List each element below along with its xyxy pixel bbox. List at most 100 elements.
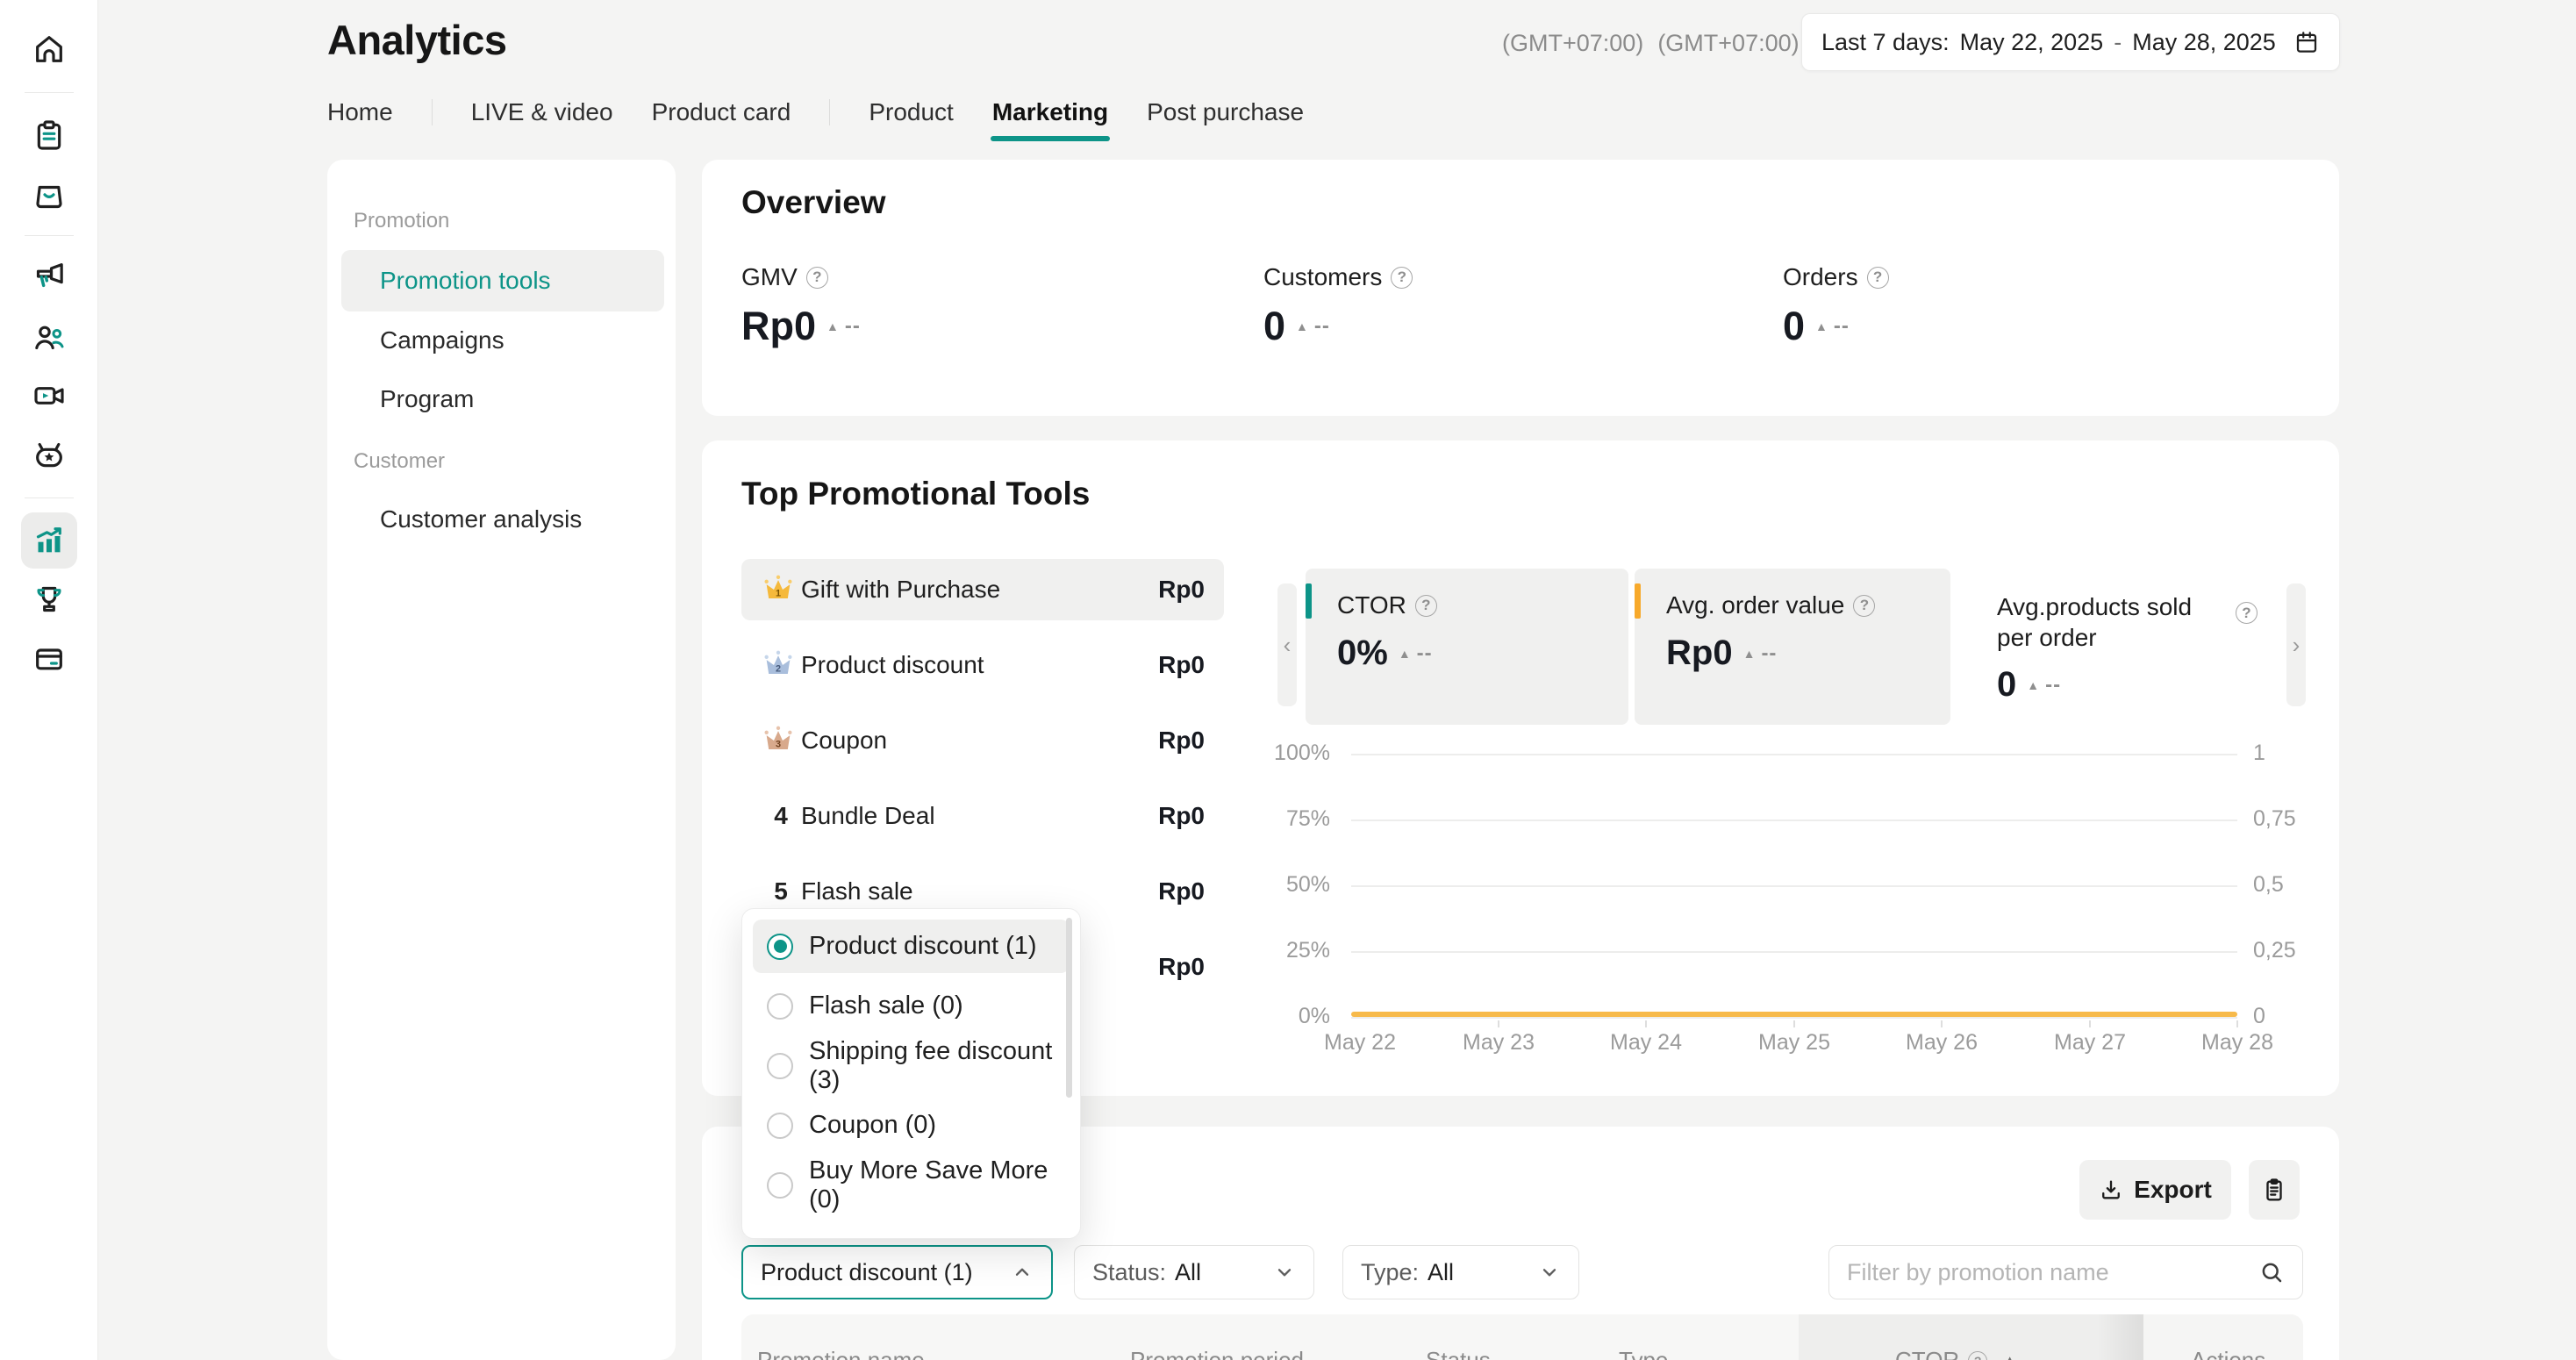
delta-up-icon: ▲ (1399, 648, 1411, 660)
help-icon[interactable]: ? (2236, 602, 2258, 624)
x-axis-label: May 26 (1880, 1030, 2003, 1056)
header-ctor-sortable[interactable]: CTOR ? ▲ (1895, 1347, 2016, 1360)
sidebar-item-campaigns[interactable]: Campaigns (341, 310, 664, 371)
trophy-icon[interactable] (21, 571, 77, 627)
timezone-2: (GMT+07:00) (1657, 30, 1799, 57)
help-icon[interactable]: ? (806, 267, 828, 289)
option-coupon[interactable]: Coupon (0) (753, 1099, 1070, 1152)
tab-product[interactable]: Product (869, 98, 954, 126)
gridline (1351, 951, 2237, 953)
x-axis-label: May 24 (1585, 1030, 1707, 1056)
metric-card-label: Avg.products sold per order (1997, 591, 2234, 653)
metric-card-value: Rp0 (1666, 633, 1733, 673)
x-axis-label: May 23 (1437, 1030, 1560, 1056)
rank-number: 5 (761, 877, 801, 905)
tool-name: Bundle Deal (801, 802, 1158, 830)
header-type: Type (1619, 1347, 1668, 1360)
header-promotion-name: Promotion name (757, 1347, 925, 1360)
delta-value: -- (1761, 641, 1777, 666)
option-buy-more-save-more[interactable]: Buy More Save More (0) (753, 1158, 1070, 1212)
home-icon[interactable] (21, 21, 77, 77)
metric-card-avg-order-value[interactable]: Avg. order value? Rp0▲-- (1635, 569, 1950, 725)
bronze-crown-icon: 3 (761, 723, 801, 758)
video-camera-icon[interactable] (21, 368, 77, 424)
tool-row-coupon[interactable]: 3 Coupon Rp0 (741, 710, 1224, 771)
export-button[interactable]: Export (2079, 1160, 2231, 1220)
search-icon[interactable] (2258, 1259, 2285, 1285)
tab-product-card[interactable]: Product card (652, 98, 791, 126)
metric-label: Orders (1783, 263, 1858, 291)
y-axis-label-right: 0,75 (2253, 806, 2296, 832)
calendar-icon (2293, 29, 2320, 55)
header-status: Status (1426, 1347, 1491, 1360)
date-range-start: May 22, 2025 (1960, 29, 2104, 56)
pinned-column-shadow (2097, 1314, 2143, 1360)
delta-value: -- (1417, 641, 1433, 666)
tool-filter-value: Product discount (1) (761, 1259, 973, 1286)
tool-value: Rp0 (1158, 953, 1205, 981)
rail-divider (25, 92, 74, 93)
delta-up-icon: ▲ (826, 320, 839, 333)
help-icon[interactable]: ? (1415, 595, 1437, 617)
megaphone-icon[interactable] (21, 248, 77, 304)
page-title: Analytics (327, 16, 506, 64)
metric-cards-scroll-right[interactable]: › (2286, 583, 2306, 706)
ctor-series-line (1351, 1012, 2237, 1017)
dropdown-scrollbar[interactable] (1066, 918, 1072, 1098)
x-axis-label: May 28 (2176, 1030, 2299, 1056)
metric-card-label: CTOR (1337, 591, 1406, 619)
help-icon[interactable]: ? (1968, 1351, 1987, 1360)
live-tv-icon[interactable] (21, 427, 77, 483)
marketing-sidebar: Promotion Promotion tools Campaigns Prog… (327, 160, 676, 1360)
option-shipping-fee-discount[interactable]: Shipping fee discount (3) (753, 1039, 1070, 1092)
metric-card-avg-products-sold[interactable]: Avg.products sold per order ? 0▲-- (1976, 569, 2283, 725)
metric-card-value: 0% (1337, 633, 1388, 673)
tab-divider (829, 99, 830, 125)
y-axis-label-left: 75% (1211, 806, 1330, 832)
timezone-1: (GMT+07:00) (1502, 30, 1643, 57)
tab-divider (432, 99, 433, 125)
gridline (1351, 820, 2237, 821)
sort-ascending-icon: ▲ (2003, 1353, 2016, 1360)
status-filter-select[interactable]: Status: All (1074, 1245, 1314, 1299)
tool-row-bundle-deal[interactable]: 4 Bundle Deal Rp0 (741, 785, 1224, 847)
sidebar-item-customer-analysis[interactable]: Customer analysis (341, 489, 664, 550)
tab-live-video[interactable]: LIVE & video (471, 98, 613, 126)
sidebar-item-promotion-tools[interactable]: Promotion tools (341, 250, 664, 311)
help-icon[interactable]: ? (1853, 595, 1875, 617)
shop-bag-icon[interactable] (21, 166, 77, 222)
chevron-up-icon (1011, 1261, 1034, 1284)
metric-card-ctor[interactable]: CTOR? 0% ▲ -- (1306, 569, 1628, 725)
tab-marketing[interactable]: Marketing (992, 98, 1108, 126)
finance-card-icon[interactable] (21, 631, 77, 687)
metric-value: Rp0 (741, 304, 816, 349)
tool-row-product-discount[interactable]: 2 Product discount Rp0 (741, 634, 1224, 696)
x-tick (1498, 1020, 1499, 1027)
tab-post-purchase[interactable]: Post purchase (1147, 98, 1304, 126)
option-flash-sale[interactable]: Flash sale (0) (753, 979, 1070, 1033)
help-icon[interactable]: ? (1391, 267, 1413, 289)
gridline (1351, 885, 2237, 887)
analytics-chart-icon[interactable] (21, 512, 77, 569)
silver-crown-icon: 2 (761, 648, 801, 683)
accent-bar (1306, 583, 1312, 619)
users-icon[interactable] (21, 309, 77, 365)
tool-filter-select[interactable]: Product discount (1) (741, 1245, 1053, 1299)
metric-cards-scroll-left[interactable]: ‹ (1277, 583, 1297, 706)
y-axis-label-right: 0 (2253, 1004, 2265, 1029)
tab-home[interactable]: Home (327, 98, 393, 126)
promotion-search-input[interactable] (1847, 1259, 2258, 1286)
help-icon[interactable]: ? (1867, 267, 1889, 289)
gridline (1351, 754, 2237, 755)
orders-clipboard-icon[interactable] (21, 107, 77, 163)
tool-row-gift-with-purchase[interactable]: 1 Gift with Purchase Rp0 (741, 559, 1224, 620)
metric-label: GMV (741, 263, 798, 291)
delta-value: -- (1314, 314, 1330, 339)
radio-selected-icon (767, 934, 793, 960)
sidebar-item-program[interactable]: Program (341, 369, 664, 430)
type-filter-select[interactable]: Type: All (1342, 1245, 1579, 1299)
report-clipboard-button[interactable] (2249, 1160, 2300, 1220)
date-range-picker[interactable]: Last 7 days: May 22, 2025 - May 28, 2025 (1801, 13, 2340, 71)
option-product-discount[interactable]: Product discount (1) (753, 920, 1070, 973)
header-promotion-period: Promotion period (1130, 1347, 1304, 1360)
